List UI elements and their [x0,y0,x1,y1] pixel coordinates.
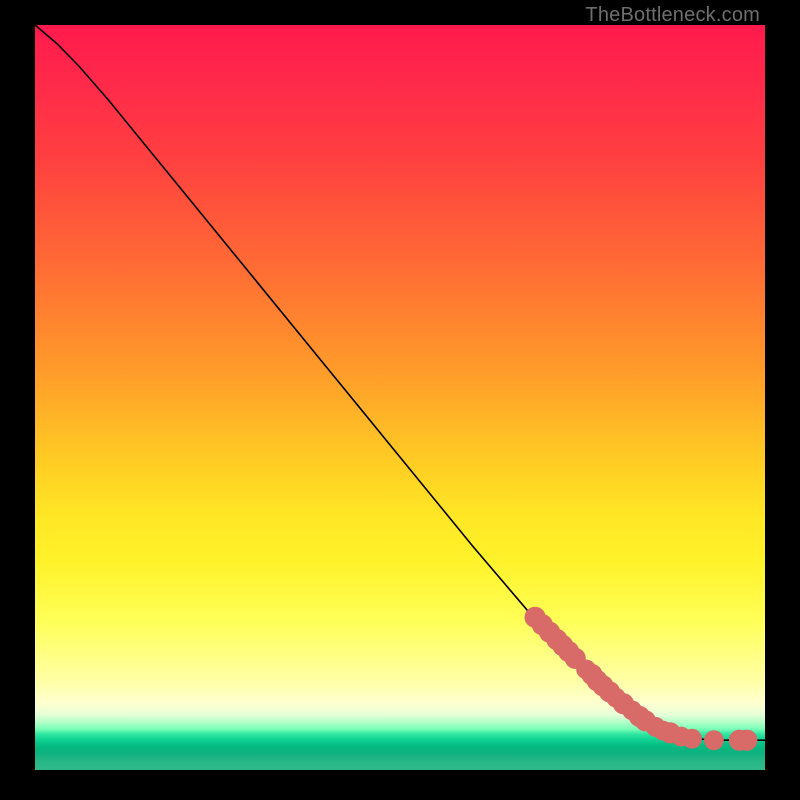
chart-frame: TheBottleneck.com [0,0,800,800]
chart-svg [35,25,765,770]
data-point [682,729,702,749]
plot-area [35,25,765,770]
data-points [525,607,758,751]
bottleneck-curve [35,25,765,740]
data-point [704,730,724,750]
data-point [736,730,757,751]
watermark-text: TheBottleneck.com [585,4,760,27]
